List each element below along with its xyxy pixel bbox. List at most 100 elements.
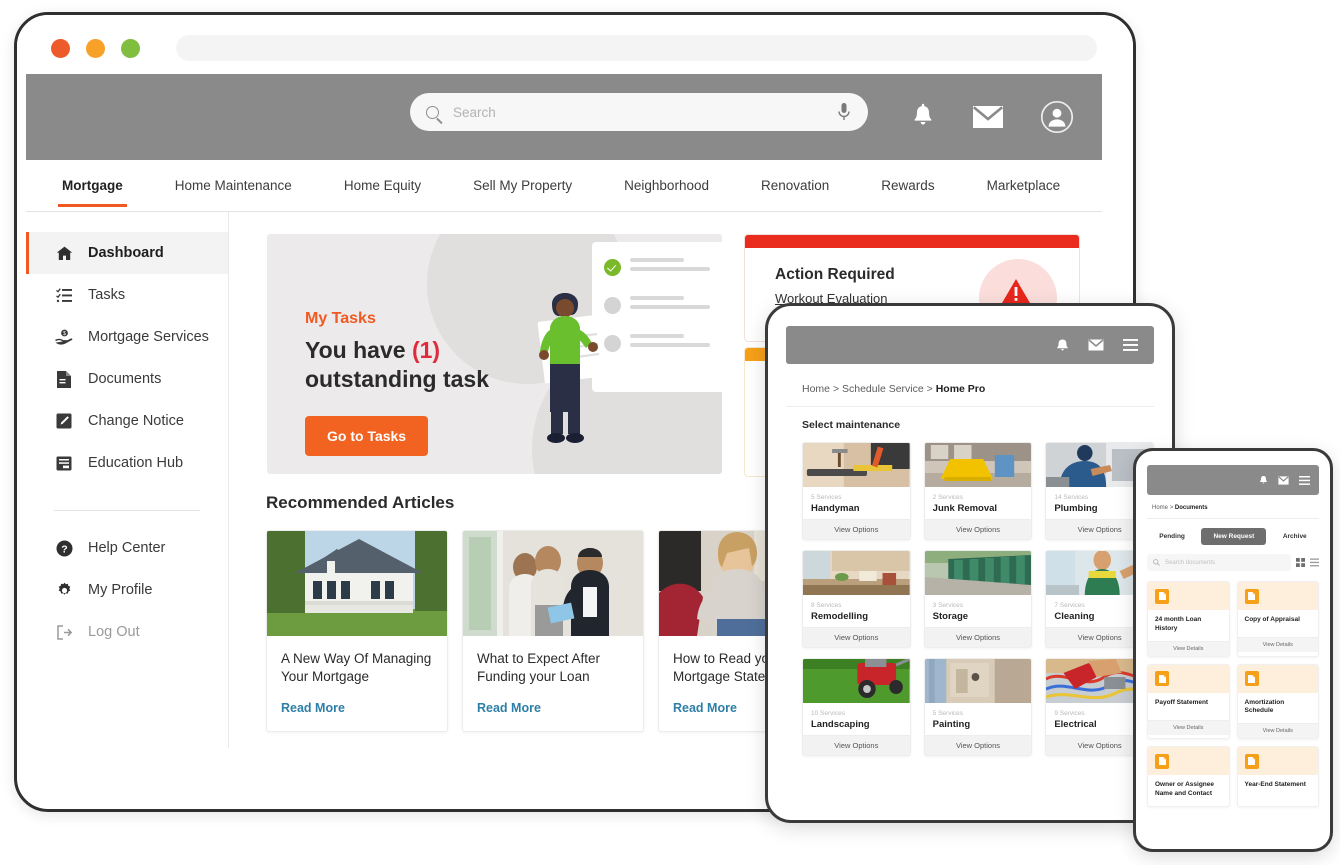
tab-renovation[interactable]: Renovation bbox=[761, 178, 829, 207]
house-exterior-image bbox=[267, 531, 447, 636]
microphone-icon[interactable] bbox=[836, 102, 852, 122]
bell-icon[interactable] bbox=[910, 103, 936, 131]
user-avatar-icon[interactable] bbox=[1040, 100, 1074, 134]
hand-money-icon: $ bbox=[54, 329, 74, 345]
document-file-icon bbox=[1155, 588, 1169, 604]
close-window-dot[interactable] bbox=[51, 38, 70, 58]
breadcrumb-item-home[interactable]: Home bbox=[1152, 505, 1168, 511]
breadcrumb-item-home[interactable]: Home bbox=[802, 383, 830, 395]
tab-neighborhood[interactable]: Neighborhood bbox=[624, 178, 709, 207]
sidebar-item-mortgage-services[interactable]: $ Mortgage Services bbox=[26, 316, 228, 358]
document-name: Amortization Schedule bbox=[1244, 698, 1285, 715]
service-card[interactable]: 5 Services Painting View Options bbox=[923, 658, 1033, 756]
service-card-body: 2 Services Junk Removal bbox=[925, 487, 1032, 519]
breadcrumb-item-schedule-service[interactable]: Schedule Service bbox=[842, 383, 924, 395]
hero-title-prefix: You have bbox=[305, 337, 412, 363]
sidebar-item-documents[interactable]: Documents bbox=[26, 358, 228, 400]
service-name: Electrical bbox=[1054, 719, 1097, 730]
person-illustration bbox=[537, 293, 607, 443]
grid-view-icon[interactable] bbox=[1296, 558, 1305, 567]
sidebar: Dashboard Tasks $ Mortgage Services Docu… bbox=[26, 212, 229, 748]
envelope-icon[interactable] bbox=[1278, 475, 1289, 485]
document-card[interactable]: Amortization Schedule View Details bbox=[1236, 663, 1319, 740]
sidebar-item-dashboard[interactable]: Dashboard bbox=[26, 232, 228, 274]
sidebar-item-label: Change Notice bbox=[88, 413, 184, 429]
select-maintenance-heading: Select maintenance bbox=[802, 419, 901, 431]
browser-url-bar[interactable] bbox=[176, 35, 1097, 61]
global-search[interactable]: Search bbox=[410, 93, 868, 131]
breadcrumb-current-home-pro: Home Pro bbox=[935, 383, 986, 395]
sidebar-item-label: Log Out bbox=[88, 624, 140, 640]
service-card[interactable]: 5 Services Handyman View Options bbox=[802, 442, 911, 540]
hero-text-block: My Tasks You have (1) outstanding task G… bbox=[305, 310, 489, 456]
article-card[interactable]: A New Way Of Managing Your Mortgage Read… bbox=[266, 530, 448, 732]
hero-outstanding-count: (1) bbox=[411, 337, 441, 363]
tab-new-request[interactable]: New Request bbox=[1201, 528, 1267, 545]
sidebar-item-help-center[interactable]: ? Help Center bbox=[26, 527, 228, 569]
article-card[interactable]: What to Expect After Funding your Loan R… bbox=[462, 530, 644, 732]
maintenance-services-grid: 5 Services Handyman View Options 2 Servi… bbox=[786, 442, 1154, 756]
sidebar-item-log-out[interactable]: Log Out bbox=[26, 611, 228, 653]
view-details-button[interactable]: View Details bbox=[1237, 723, 1318, 739]
list-view-icon[interactable] bbox=[1310, 558, 1319, 567]
service-card[interactable]: 2 Services Junk Removal View Options bbox=[923, 442, 1033, 540]
envelope-icon[interactable] bbox=[1088, 339, 1104, 351]
hamburger-menu-icon[interactable] bbox=[1123, 339, 1138, 351]
document-name: Year-End Statement bbox=[1244, 781, 1306, 789]
envelope-icon[interactable] bbox=[972, 105, 1004, 129]
service-name: Handyman bbox=[811, 503, 860, 514]
browser-title-bar bbox=[17, 15, 1133, 81]
read-more-link[interactable]: Read More bbox=[477, 701, 629, 715]
screenshot-stage: Search Mortgage Home Maintenance Home Eq… bbox=[0, 0, 1340, 865]
minimize-window-dot[interactable] bbox=[86, 38, 105, 58]
service-card[interactable]: 10 Services Landscaping View Options bbox=[802, 658, 911, 756]
tab-home-equity[interactable]: Home Equity bbox=[344, 178, 421, 207]
document-card-body: Owner or Assignee Name and Contact bbox=[1148, 775, 1229, 806]
document-card[interactable]: Year-End Statement bbox=[1236, 746, 1319, 807]
article-title: A New Way Of Managing Your Mortgage bbox=[281, 651, 432, 685]
view-details-button[interactable]: View Details bbox=[1148, 640, 1229, 656]
window-controls[interactable] bbox=[51, 38, 140, 58]
tab-sell-my-property[interactable]: Sell My Property bbox=[473, 178, 572, 207]
view-options-button[interactable]: View Options bbox=[803, 735, 910, 755]
document-card[interactable]: Copy of Appraisal View Details bbox=[1236, 581, 1319, 657]
view-options-button[interactable]: View Options bbox=[924, 519, 1032, 539]
document-card[interactable]: 24 month Loan History View Details bbox=[1147, 581, 1230, 657]
go-to-tasks-button[interactable]: Go to Tasks bbox=[305, 415, 429, 456]
tab-rewards[interactable]: Rewards bbox=[881, 178, 934, 207]
search-documents-input[interactable]: Search documents bbox=[1147, 554, 1291, 571]
view-options-button[interactable]: View Options bbox=[924, 627, 1032, 647]
read-more-link[interactable]: Read More bbox=[281, 701, 433, 715]
document-card-header bbox=[1237, 747, 1318, 776]
bell-icon[interactable] bbox=[1259, 475, 1268, 485]
tab-marketplace[interactable]: Marketplace bbox=[987, 178, 1061, 207]
view-details-button[interactable]: View Details bbox=[1148, 719, 1229, 735]
document-card[interactable]: Owner or Assignee Name and Contact bbox=[1147, 746, 1230, 807]
tab-pending[interactable]: Pending bbox=[1155, 528, 1189, 545]
service-name: Storage bbox=[932, 611, 969, 622]
sidebar-item-tasks[interactable]: Tasks bbox=[26, 274, 228, 316]
maximize-window-dot[interactable] bbox=[121, 38, 140, 58]
view-options-button[interactable]: View Options bbox=[924, 735, 1032, 755]
document-name: 24 month Loan History bbox=[1155, 616, 1202, 632]
service-card[interactable]: 3 Services Storage View Options bbox=[923, 550, 1033, 648]
view-options-button[interactable]: View Options bbox=[803, 627, 910, 647]
sidebar-item-change-notice[interactable]: Change Notice bbox=[26, 400, 228, 442]
view-details-button[interactable]: View Details bbox=[1237, 637, 1318, 652]
tab-archive[interactable]: Archive bbox=[1279, 528, 1311, 545]
search-input[interactable]: Search bbox=[453, 105, 836, 120]
hamburger-menu-icon[interactable] bbox=[1299, 475, 1310, 485]
phone-app-header bbox=[1147, 465, 1319, 495]
bell-icon[interactable] bbox=[1056, 338, 1069, 352]
document-card[interactable]: Payoff Statement View Details bbox=[1147, 663, 1230, 740]
service-count: 9 Services bbox=[1054, 710, 1085, 717]
sidebar-item-my-profile[interactable]: My Profile bbox=[26, 569, 228, 611]
document-name: Payoff Statement bbox=[1155, 698, 1209, 706]
service-card[interactable]: 8 Services Remodelling View Options bbox=[802, 550, 911, 648]
alert-accent-bar bbox=[745, 235, 1079, 248]
tab-mortgage[interactable]: Mortgage bbox=[58, 178, 127, 207]
tab-home-maintenance[interactable]: Home Maintenance bbox=[175, 178, 292, 207]
search-icon bbox=[426, 105, 439, 119]
sidebar-item-education-hub[interactable]: Education Hub bbox=[26, 442, 228, 484]
view-options-button[interactable]: View Options bbox=[803, 519, 910, 539]
